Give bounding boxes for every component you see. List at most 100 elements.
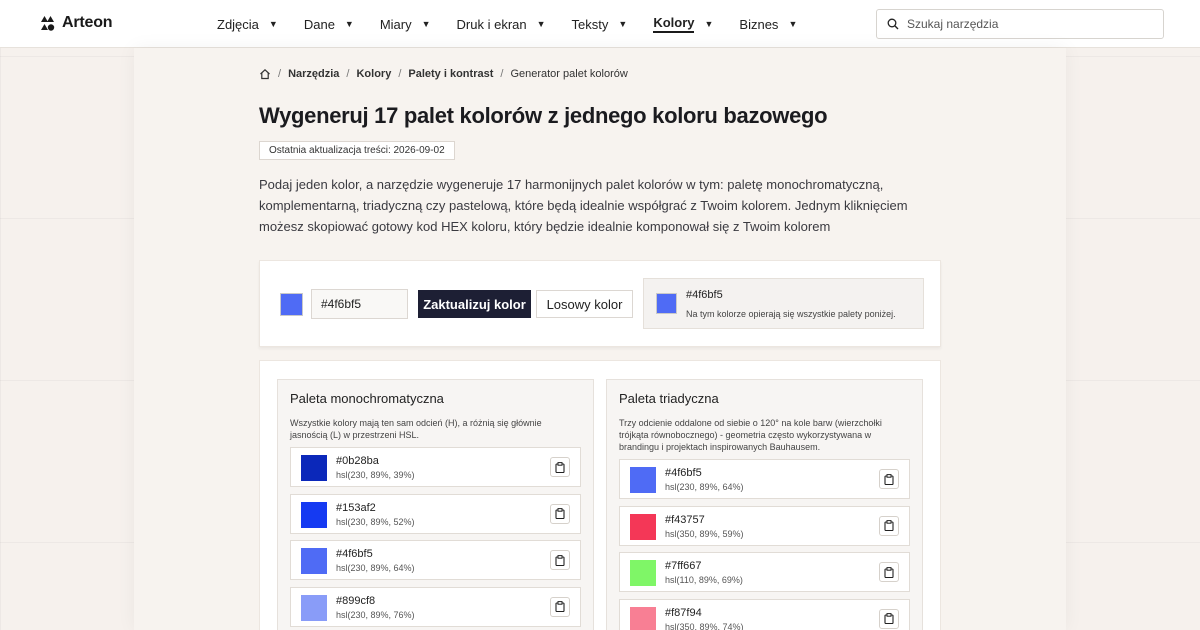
palette-card-triadic: Paleta triadyczna Trzy odcienie oddalone… bbox=[606, 379, 923, 630]
nav-item-biznes[interactable]: Biznes ▼ bbox=[739, 17, 797, 32]
current-color-info: #4f6bf5 Na tym kolorze opierają się wszy… bbox=[643, 278, 924, 329]
clipboard-icon bbox=[555, 508, 565, 519]
page-title: Wygeneruj 17 palet kolorów z jednego kol… bbox=[259, 103, 828, 128]
copy-hex-button[interactable] bbox=[879, 469, 899, 489]
palette-color-list: #4f6bf5 hsl(230, 89%, 64%) #f43757 hsl(350,… bbox=[619, 459, 910, 630]
main-content: / Narzędzia / Kolory / Palety i kontrast… bbox=[134, 48, 1066, 630]
nav-label: Dane bbox=[303, 16, 335, 32]
nav-item-teksty[interactable]: Teksty ▼ bbox=[572, 17, 628, 32]
caret-down-icon: ▼ bbox=[344, 19, 354, 29]
breadcrumb: / Narzędzia / Kolory / Palety i kontrast… bbox=[259, 68, 628, 80]
copy-hex-button[interactable] bbox=[550, 550, 570, 570]
caret-down-icon: ▼ bbox=[704, 19, 714, 29]
search-input[interactable] bbox=[907, 17, 1147, 31]
color-hsl: hsl(230, 89%, 64%) bbox=[336, 563, 415, 573]
color-row: #153af2 hsl(230, 89%, 52%) bbox=[290, 493, 581, 534]
color-input-panel: Zaktualizuj kolor Losowy kolor #4f6bf5 N… bbox=[259, 260, 941, 347]
color-hsl: hsl(230, 89%, 76%) bbox=[336, 609, 415, 620]
palette-title: Paleta monochromatyczna bbox=[290, 391, 444, 406]
breadcrumb-separator: / bbox=[346, 68, 350, 80]
color-swatch bbox=[301, 501, 327, 528]
copy-hex-button[interactable] bbox=[879, 562, 899, 582]
color-swatch bbox=[630, 606, 656, 630]
color-row: #899cf8 hsl(230, 89%, 76%) bbox=[290, 586, 581, 627]
clipboard-icon bbox=[884, 473, 894, 485]
color-row: #7ff667 hsl(110, 89%, 69%) bbox=[619, 552, 910, 592]
color-swatch bbox=[630, 513, 656, 540]
palette-color-list: #0b28ba hsl(230, 89%, 39%) #153af2 hsl(230,… bbox=[290, 447, 581, 630]
hex-color-input[interactable] bbox=[311, 289, 408, 319]
last-updated-badge: Ostatnia aktualizacja treści: 2026-09-02 bbox=[259, 141, 455, 160]
random-color-button[interactable]: Losowy kolor bbox=[536, 290, 633, 318]
top-navigation-bar: Arteon Zdjęcia ▼ Dane ▼ Miary ▼ Druk i e… bbox=[0, 0, 1200, 48]
palette-title: Paleta triadyczna bbox=[619, 391, 719, 406]
color-row: #f43757 hsl(350, 89%, 59%) bbox=[619, 505, 910, 546]
color-hex: #899cf8 bbox=[336, 594, 376, 607]
breadcrumb-current: Generator palet kolorów bbox=[510, 68, 628, 80]
logo-icon bbox=[41, 15, 55, 31]
color-hex: #7ff667 bbox=[665, 560, 702, 572]
nav-item-zdjecia[interactable]: Zdjęcia ▼ bbox=[217, 17, 278, 32]
color-swatch bbox=[301, 455, 327, 481]
nav-item-miary[interactable]: Miary ▼ bbox=[380, 17, 431, 32]
color-row: #4f6bf5 hsl(230, 89%, 64%) bbox=[290, 540, 581, 580]
nav-item-dane[interactable]: Dane ▼ bbox=[304, 17, 354, 32]
palette-description: Wszystkie kolory mają ten sam odcień (H)… bbox=[290, 418, 542, 440]
color-hsl: hsl(110, 89%, 69%) bbox=[665, 575, 743, 585]
color-hex: #0b28ba bbox=[336, 455, 379, 467]
clipboard-icon bbox=[884, 520, 894, 531]
color-hex: #f43757 bbox=[665, 513, 705, 526]
color-row: #4f6bf5 hsl(230, 89%, 64%) bbox=[619, 459, 910, 499]
clipboard-icon bbox=[555, 554, 565, 566]
breadcrumb-link-narzedzia[interactable]: Narzędzia bbox=[288, 68, 339, 80]
color-hsl: hsl(230, 89%, 52%) bbox=[336, 516, 415, 527]
brand-logo[interactable]: Arteon bbox=[39, 14, 113, 32]
breadcrumb-separator: / bbox=[500, 68, 504, 80]
palette-description: Trzy odcienie oddalone od siebie o 120° … bbox=[619, 418, 882, 452]
copy-hex-button[interactable] bbox=[550, 596, 570, 617]
search-box bbox=[876, 9, 1164, 39]
breadcrumb-separator: / bbox=[398, 68, 402, 80]
color-hex: #f87f94 bbox=[665, 606, 702, 619]
color-hsl: hsl(350, 89%, 74%) bbox=[665, 621, 744, 630]
caret-down-icon: ▼ bbox=[788, 19, 798, 29]
nav-label: Biznes bbox=[739, 16, 779, 32]
color-hex: #4f6bf5 bbox=[336, 548, 373, 560]
color-hsl: hsl(230, 89%, 64%) bbox=[665, 482, 744, 492]
current-color-description: Na tym kolorze opierają się wszystkie pa… bbox=[686, 309, 896, 319]
color-swatch bbox=[301, 548, 327, 574]
color-swatch bbox=[630, 560, 656, 586]
search-icon bbox=[887, 18, 899, 30]
nav-item-kolory[interactable]: Kolory ▼ bbox=[653, 15, 713, 33]
nav-label: Miary bbox=[379, 16, 412, 32]
copy-hex-button[interactable] bbox=[879, 608, 899, 629]
caret-down-icon: ▼ bbox=[536, 19, 546, 29]
clipboard-icon bbox=[884, 566, 894, 578]
clipboard-icon bbox=[884, 613, 894, 624]
caret-down-icon: ▼ bbox=[618, 19, 628, 29]
copy-hex-button[interactable] bbox=[550, 457, 570, 477]
brand-name: Arteon bbox=[62, 14, 113, 31]
color-hex: #153af2 bbox=[336, 501, 376, 514]
caret-down-icon: ▼ bbox=[421, 19, 431, 29]
intro-paragraph: Podaj jeden kolor, a narzędzie wygeneruj… bbox=[259, 177, 908, 234]
update-color-button[interactable]: Zaktualizuj kolor bbox=[418, 290, 531, 318]
home-icon[interactable] bbox=[259, 68, 271, 80]
palettes-section: Paleta monochromatyczna Wszystkie kolory… bbox=[259, 360, 941, 630]
breadcrumb-link-palety[interactable]: Palety i kontrast bbox=[408, 68, 493, 80]
color-swatch bbox=[301, 594, 327, 621]
color-picker-swatch[interactable] bbox=[280, 293, 303, 316]
color-row: #0b28ba hsl(230, 89%, 39%) bbox=[290, 447, 581, 487]
palette-card-monochromatic: Paleta monochromatyczna Wszystkie kolory… bbox=[277, 379, 594, 630]
color-swatch bbox=[630, 467, 656, 493]
color-row: #f87f94 hsl(350, 89%, 74%) bbox=[619, 598, 910, 630]
breadcrumb-link-kolory[interactable]: Kolory bbox=[356, 68, 391, 80]
nav-label: Teksty bbox=[571, 16, 609, 32]
copy-hex-button[interactable] bbox=[879, 515, 899, 536]
current-color-swatch bbox=[656, 293, 677, 314]
color-hsl: hsl(230, 89%, 39%) bbox=[336, 470, 415, 480]
caret-down-icon: ▼ bbox=[268, 19, 278, 29]
copy-hex-button[interactable] bbox=[550, 503, 570, 524]
nav-label: Kolory bbox=[653, 15, 695, 33]
nav-item-druk-i-ekran[interactable]: Druk i ekran ▼ bbox=[457, 17, 546, 32]
